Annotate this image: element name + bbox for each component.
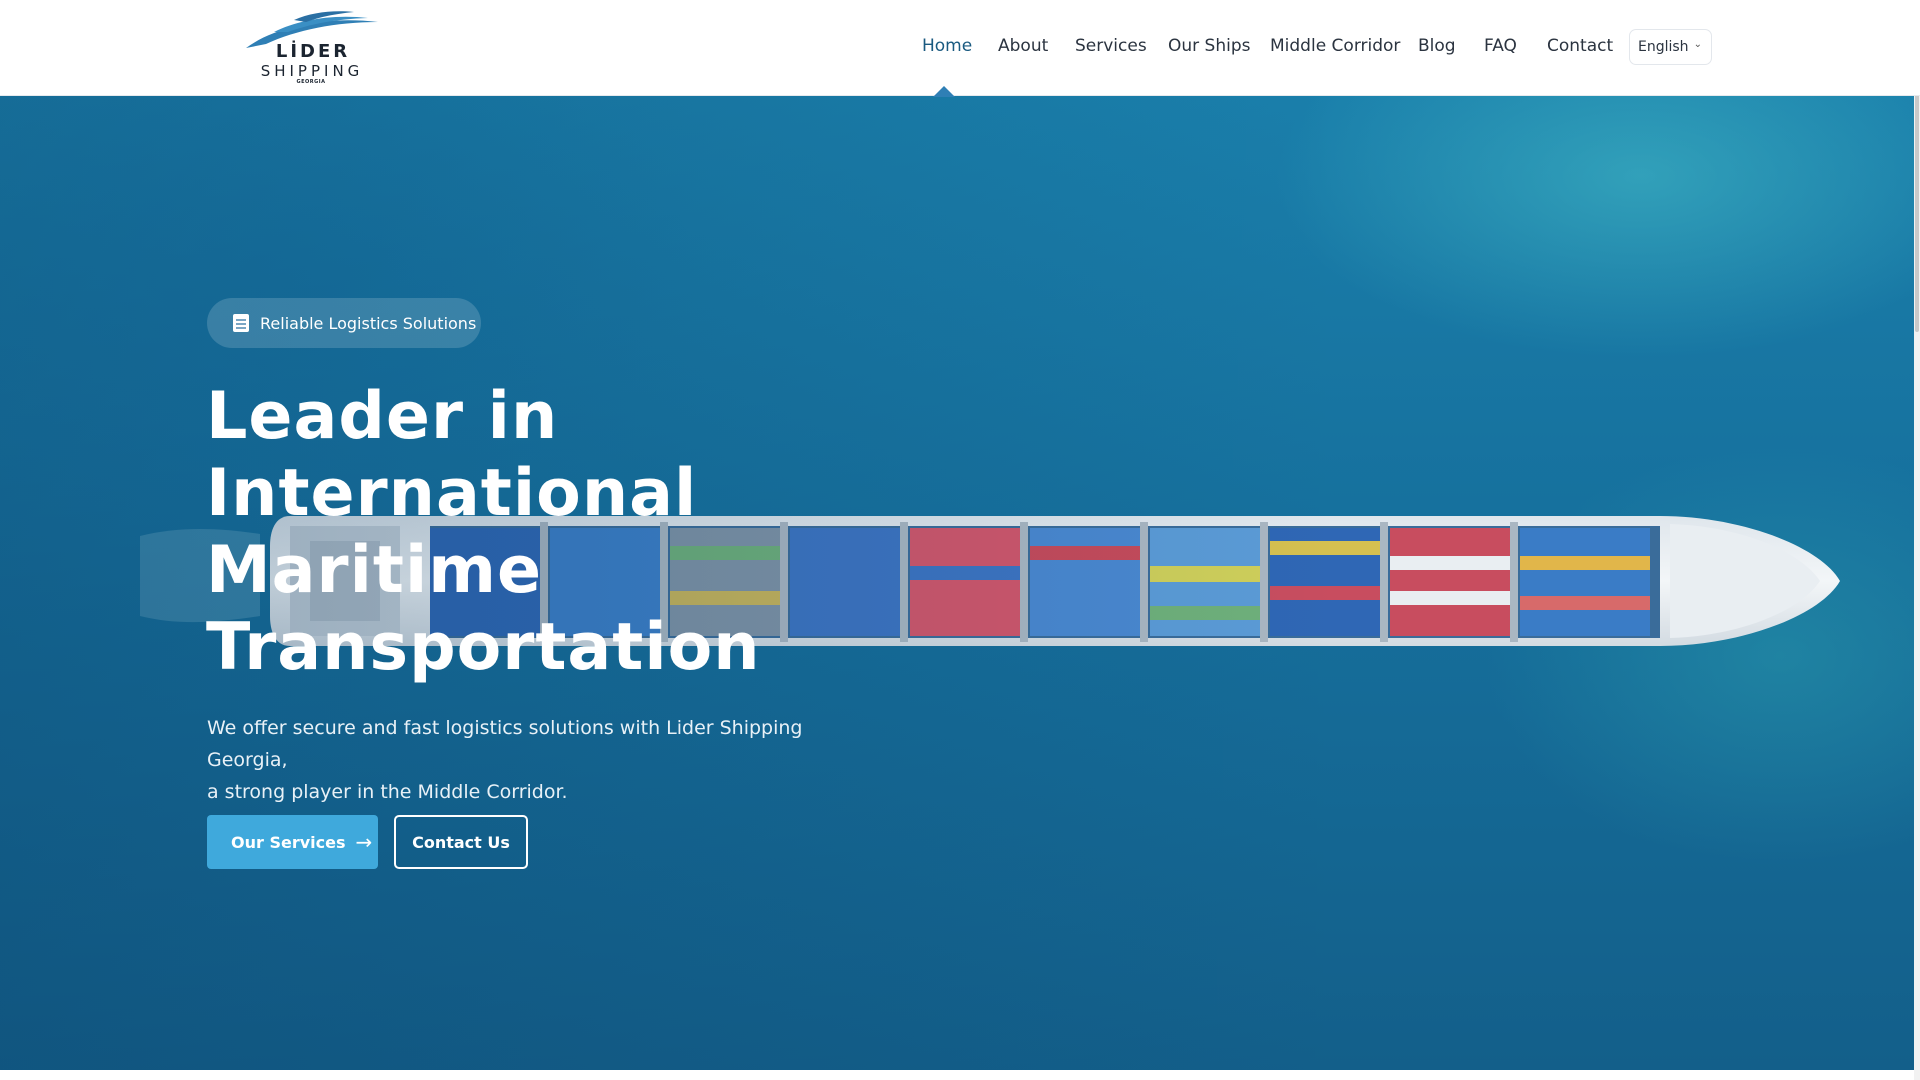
- document-icon: [233, 314, 249, 332]
- chevron-down-icon: ⌄: [1693, 39, 1702, 50]
- hero-subtitle-line: We offer secure and fast logistics solut…: [207, 717, 803, 771]
- nav-contact[interactable]: Contact: [1547, 36, 1613, 56]
- contact-us-button[interactable]: Contact Us: [394, 815, 528, 869]
- nav-middle-corridor[interactable]: Middle Corridor: [1270, 36, 1400, 56]
- hero-badge-label: Reliable Logistics Solutions: [260, 313, 477, 333]
- active-nav-indicator: [933, 86, 955, 97]
- hero-title-line: Maritime: [206, 533, 543, 608]
- nav-faq[interactable]: FAQ: [1484, 36, 1517, 56]
- our-services-button[interactable]: Our Services →: [207, 815, 378, 869]
- hero-title-line: Leader in: [206, 379, 559, 454]
- hero-title: Leader in International Maritime Transpo…: [206, 378, 926, 686]
- hero-badge: Reliable Logistics Solutions: [207, 298, 481, 348]
- hero-section: Reliable Logistics Solutions Leader in I…: [0, 96, 1914, 1070]
- hero-title-line: Transportation: [206, 610, 761, 685]
- nav-blog[interactable]: Blog: [1418, 36, 1456, 56]
- site-header: LİDER SHIPPING GEORGIA Home About Servic…: [0, 0, 1920, 97]
- nav-about[interactable]: About: [998, 36, 1048, 56]
- arrow-right-icon: →: [355, 830, 373, 854]
- nav-our-ships[interactable]: Our Ships: [1168, 36, 1251, 56]
- nav-home[interactable]: Home: [922, 36, 972, 56]
- hero-title-line: International: [206, 456, 698, 531]
- nav-services[interactable]: Services: [1075, 36, 1147, 56]
- next-section-edge: [0, 1070, 1914, 1080]
- hero-subtitle: We offer secure and fast logistics solut…: [207, 712, 867, 808]
- hero-subtitle-line: a strong player in the Middle Corridor.: [207, 781, 568, 803]
- language-select[interactable]: English ⌄: [1629, 29, 1712, 65]
- our-services-button-label: Our Services: [231, 832, 346, 852]
- language-label: English: [1638, 39, 1689, 55]
